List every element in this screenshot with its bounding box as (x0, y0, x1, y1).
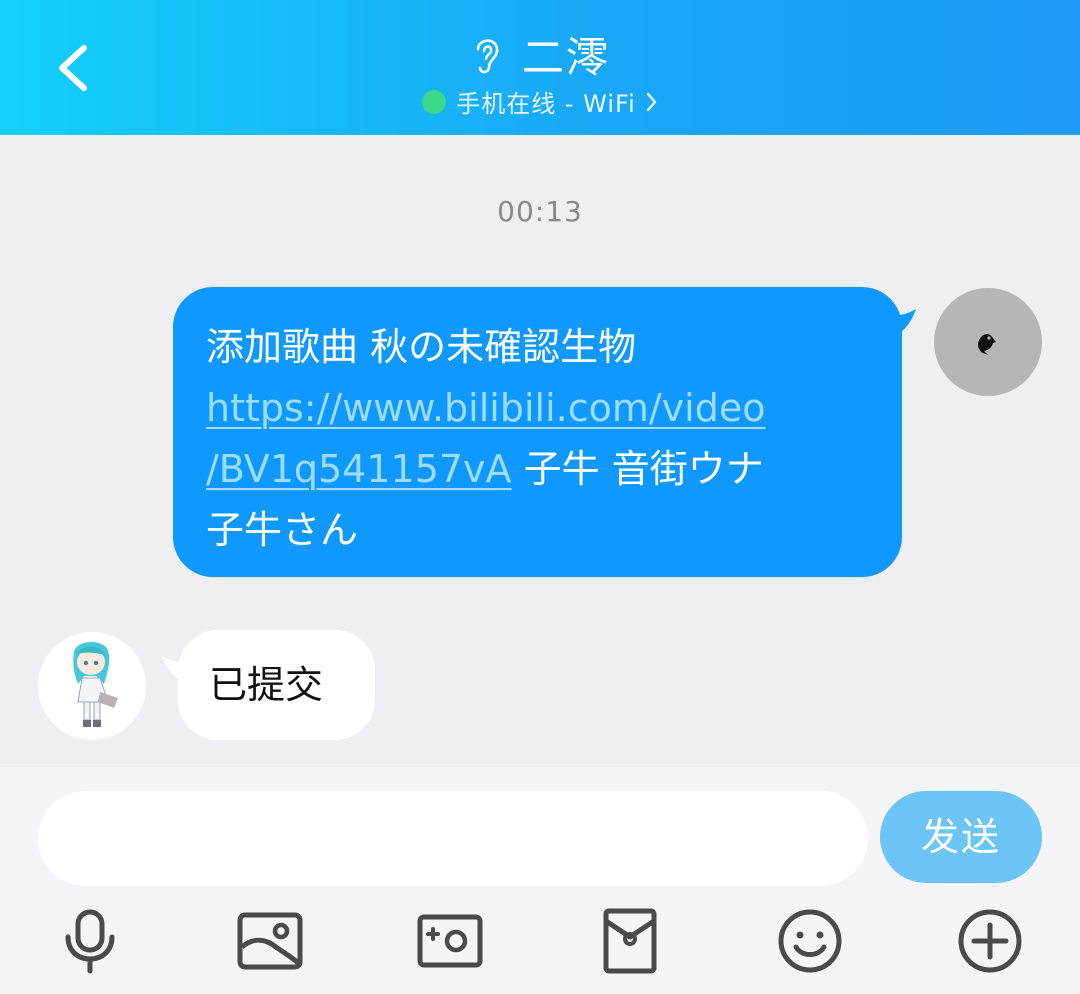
online-status: 手机在线 - WiFi (0, 84, 1080, 119)
chat-header: 二澪 手机在线 - WiFi (0, 0, 1080, 135)
bilibili-link[interactable]: https://www.bilibili.com/video (206, 386, 765, 430)
message-input[interactable] (38, 791, 868, 886)
microphone-icon[interactable] (56, 907, 124, 975)
bilibili-link-continued[interactable]: /BV1q541157vA (206, 447, 512, 491)
contact-avatar[interactable] (38, 632, 146, 740)
message-text-inline: 子牛 音街ウナ (511, 447, 764, 491)
incoming-message-bubble[interactable]: 已提交 (162, 630, 375, 740)
online-dot (422, 89, 447, 114)
online-status-text: 手机在线 - WiFi (456, 90, 636, 118)
bird-silhouette-icon (978, 334, 996, 355)
message-text: 已提交 (209, 663, 324, 707)
message-text-line: 子牛さん (206, 508, 359, 552)
composer-bar: 发送 (0, 767, 1080, 994)
image-icon[interactable] (236, 907, 304, 975)
message-text-line: 添加歌曲 秋の未確認生物 (206, 325, 637, 369)
self-avatar[interactable] (934, 288, 1042, 396)
plus-icon[interactable] (956, 907, 1024, 975)
title-row: 二澪 (0, 24, 1080, 82)
emoji-icon[interactable] (776, 907, 844, 975)
outgoing-message-bubble[interactable]: 添加歌曲 秋の未確認生物 https://www.bilibili.com/vi… (173, 287, 916, 577)
camera-icon[interactable] (416, 907, 484, 975)
message-timestamp: 00:13 (497, 195, 583, 228)
anime-character-avatar (73, 641, 118, 727)
contact-name: 二澪 (521, 33, 610, 82)
send-button[interactable]: 发送 (880, 791, 1042, 883)
bubble-tail (890, 309, 916, 339)
bubble-tail (162, 656, 190, 686)
online-status-link[interactable]: 手机在线 - WiFi (422, 84, 658, 119)
ear-icon (476, 38, 499, 73)
red-packet-icon[interactable] (596, 907, 664, 975)
chevron-right-icon (646, 92, 656, 111)
